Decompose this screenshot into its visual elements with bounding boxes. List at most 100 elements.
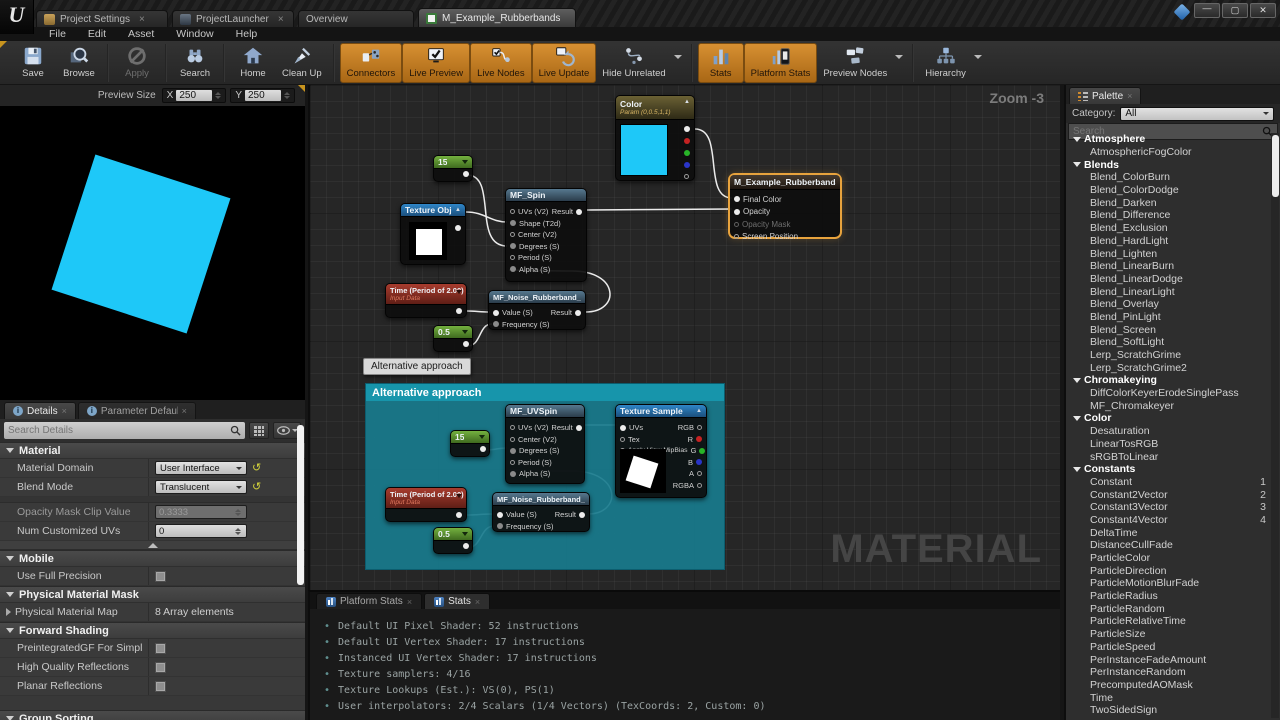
stats-button[interactable]: Stats: [698, 43, 744, 83]
close-tab-icon[interactable]: ×: [139, 14, 145, 25]
browse-button[interactable]: Browse: [56, 43, 102, 83]
pin-input[interactable]: [510, 460, 515, 465]
preview-nodes-dropdown-caret[interactable]: [895, 55, 903, 59]
close-tab-icon[interactable]: ×: [1127, 91, 1132, 101]
pin-input[interactable]: [510, 209, 515, 214]
preview-size-x[interactable]: X 250: [162, 88, 227, 103]
display-filter-button[interactable]: [249, 422, 269, 439]
palette-item[interactable]: Lerp_ScratchGrime: [1066, 349, 1270, 362]
pin-output[interactable]: [463, 543, 469, 549]
palette-item[interactable]: Constant3Vector 3: [1066, 501, 1270, 514]
close-tab-icon[interactable]: ×: [62, 406, 67, 416]
node-texture-sample[interactable]: Texture Sample▲ UVs RGB Tex R Apply View…: [615, 404, 707, 498]
material-preview-viewport[interactable]: [0, 107, 305, 400]
node-material-output[interactable]: M_Example_RubberbandShake Final Color Op…: [728, 173, 842, 239]
palette-item[interactable]: Color: [1066, 412, 1270, 425]
pin-input[interactable]: [510, 425, 515, 430]
node-mf-spin[interactable]: MF_Spin UVs (V2) Result Shape (T2d) Cent…: [505, 188, 587, 282]
palette-item[interactable]: PerInstanceRandom: [1066, 666, 1270, 679]
close-tab-icon[interactable]: ×: [278, 14, 284, 25]
palette-item[interactable]: PrecomputedAOMask: [1066, 679, 1270, 692]
palette-item[interactable]: ParticleSize: [1066, 628, 1270, 641]
hide-unrelated-dropdown-caret[interactable]: [674, 55, 682, 59]
hierarchy-button[interactable]: Hierarchy: [919, 43, 972, 83]
connectors-button[interactable]: Connectors: [340, 43, 403, 83]
pin-input[interactable]: [510, 437, 515, 442]
palette-item[interactable]: ParticleRadius: [1066, 590, 1270, 603]
pin-result-output[interactable]: [575, 310, 581, 316]
section-material[interactable]: Material: [0, 442, 305, 459]
pin-input[interactable]: [510, 448, 516, 454]
window-tab-project-launcher[interactable]: ProjectLauncher ×: [172, 10, 294, 27]
menu-item[interactable]: Edit: [77, 27, 117, 41]
pin-input[interactable]: [510, 255, 515, 260]
tab-palette[interactable]: Palette ×: [1069, 87, 1141, 104]
pin-input[interactable]: [620, 437, 625, 442]
palette-item[interactable]: Constant 1: [1066, 476, 1270, 489]
close-tab-icon[interactable]: ×: [182, 406, 187, 416]
palette-item[interactable]: Blend_ColorBurn: [1066, 171, 1270, 184]
palette-item[interactable]: Blend_HardLight: [1066, 235, 1270, 248]
preview-nodes-button[interactable]: Preview Nodes: [817, 43, 893, 83]
palette-item[interactable]: LinearTosRGB: [1066, 438, 1270, 451]
palette-item[interactable]: Constant2Vector 2: [1066, 488, 1270, 501]
spin-grabber-icon[interactable]: [215, 92, 223, 99]
comment-title[interactable]: Alternative approach: [366, 384, 724, 401]
section-physical-material-mask[interactable]: Physical Material Mask: [0, 586, 305, 603]
pin-rgba-output[interactable]: [697, 483, 702, 488]
pin-g-output[interactable]: [684, 150, 690, 156]
num-customized-uvs-field[interactable]: 0: [155, 524, 247, 538]
palette-item[interactable]: Blend_LinearDodge: [1066, 273, 1270, 286]
minimize-button[interactable]: —: [1194, 3, 1220, 18]
palette-item[interactable]: DiffColorKeyerErodeSinglePass: [1066, 387, 1270, 400]
node-constant-05[interactable]: 0.5: [433, 325, 473, 352]
pin-r-output[interactable]: [684, 138, 690, 144]
home-button[interactable]: Home: [230, 43, 276, 83]
palette-item[interactable]: Blend_SoftLight: [1066, 336, 1270, 349]
palette-item[interactable]: Blend_Screen: [1066, 323, 1270, 336]
node-constant-15-alt[interactable]: 15: [450, 430, 490, 457]
category-select[interactable]: All: [1120, 107, 1274, 121]
pin-screen-position[interactable]: [734, 234, 739, 239]
live-preview-button[interactable]: Live Preview: [402, 43, 470, 83]
palette-item[interactable]: ParticleSpeed: [1066, 641, 1270, 654]
section-mobile[interactable]: Mobile: [0, 550, 305, 567]
collapse-node-icon[interactable]: ▲: [455, 207, 461, 213]
node-constant-05-alt[interactable]: 0.5: [433, 527, 473, 554]
window-tab-project-settings[interactable]: Project Settings ×: [36, 10, 168, 27]
palette-item[interactable]: Time: [1066, 691, 1270, 704]
palette-item[interactable]: PerInstanceFadeAmount: [1066, 653, 1270, 666]
blend-mode-select[interactable]: Translucent: [155, 480, 247, 494]
node-mf-noise-rubberband-sine-alt[interactable]: MF_Noise_Rubberband_Sine Value (S) Resul…: [492, 492, 590, 532]
spin-grabber-icon[interactable]: [284, 92, 292, 99]
section-forward-shading[interactable]: Forward Shading: [0, 622, 305, 639]
node-mf-uvspin[interactable]: MF_UVSpin UVs (V2) Result Center (V2) De…: [505, 404, 585, 484]
palette-item[interactable]: Blend_PinLight: [1066, 311, 1270, 324]
reset-to-default-icon[interactable]: ↺: [252, 463, 261, 473]
palette-scrollbar-track[interactable]: [1271, 133, 1279, 718]
palette-item[interactable]: ParticleRandom: [1066, 602, 1270, 615]
pin-g-output[interactable]: [699, 448, 705, 454]
pin-output[interactable]: [463, 341, 469, 347]
palette-item[interactable]: DistanceCullFade: [1066, 539, 1270, 552]
details-search-box[interactable]: [4, 422, 245, 439]
hierarchy-dropdown-caret[interactable]: [974, 55, 982, 59]
palette-item[interactable]: ParticleMotionBlurFade: [1066, 577, 1270, 590]
pin-a-output[interactable]: [697, 471, 702, 476]
pin-b-output[interactable]: [696, 459, 702, 465]
tab-details[interactable]: i Details ×: [4, 402, 76, 419]
spin-grabber-icon[interactable]: [235, 528, 243, 535]
expand-arrow-icon[interactable]: [6, 608, 11, 616]
window-tab-overview[interactable]: Overview: [298, 10, 414, 27]
high-quality-reflections-checkbox[interactable]: [155, 662, 166, 673]
palette-item[interactable]: Chromakeying: [1066, 374, 1270, 387]
pin-input[interactable]: [510, 232, 515, 237]
collapse-node-icon[interactable]: ▲: [696, 408, 702, 414]
material-graph-canvas[interactable]: Zoom -3 MATERIAL Alternative approach Al…: [308, 85, 1060, 590]
palette-item[interactable]: AtmosphericFogColor: [1066, 146, 1270, 159]
node-constant-15[interactable]: 15: [433, 155, 473, 182]
palette-item[interactable]: TwoSidedSign: [1066, 704, 1270, 717]
pin-input[interactable]: [497, 512, 503, 518]
live-update-button[interactable]: Live Update: [532, 43, 597, 83]
palette-item[interactable]: Constant4Vector 4: [1066, 514, 1270, 527]
